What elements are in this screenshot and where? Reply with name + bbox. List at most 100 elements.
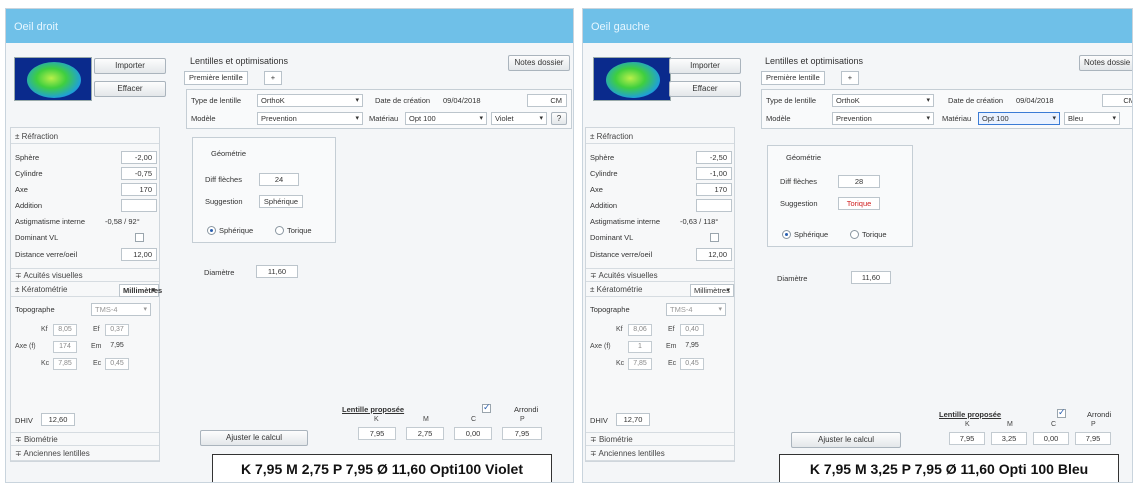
import-button[interactable]: Importer [94, 58, 166, 74]
col-p-header: P [520, 416, 525, 423]
astigmatism-value: -0,58 / 92° [105, 217, 140, 226]
chevron-down-icon: ▾ [718, 306, 722, 313]
proposed-c-field[interactable]: 0,00 [1033, 432, 1069, 445]
material-select[interactable]: Opt 100 ▾ [978, 112, 1060, 125]
acuity-section-header[interactable]: ∓ Acuités visuelles [586, 268, 734, 282]
model-select[interactable]: Prevention ▾ [832, 112, 934, 125]
axis-label: Axe [15, 185, 28, 194]
sphere-field[interactable]: -2,50 [696, 151, 732, 164]
keratometry-unit-select[interactable]: Millimètres ▾ [690, 284, 734, 297]
notes-button[interactable]: Notes dossie [1079, 55, 1132, 71]
chevron-down-icon: ▾ [926, 97, 930, 104]
diameter-field[interactable]: 11,60 [256, 265, 298, 278]
geometry-label: Géométrie [211, 149, 247, 158]
add-lens-tab-button[interactable]: + [264, 71, 282, 85]
proposed-p-field[interactable]: 7,95 [1075, 432, 1111, 445]
kc-field[interactable]: 7,85 [628, 358, 652, 370]
collapse-icon: ± [590, 132, 597, 141]
dominant-checkbox[interactable] [710, 233, 719, 242]
lens-type-select[interactable]: OrthoK ▾ [257, 94, 363, 107]
proposed-k-field[interactable]: 7,95 [358, 427, 396, 440]
diff-arrows-field[interactable]: 28 [838, 175, 880, 188]
color-select[interactable]: Violet ▾ [491, 112, 547, 125]
proposed-p-field[interactable]: 7,95 [502, 427, 542, 440]
toric-radio[interactable] [850, 230, 859, 239]
erase-button[interactable]: Effacer [94, 81, 166, 97]
ef-label: Ef [93, 326, 100, 333]
sphere-field[interactable]: -2,00 [121, 151, 157, 164]
tab-first-lens[interactable]: Première lentille [184, 71, 248, 85]
cylinder-field[interactable]: -1,00 [696, 167, 732, 180]
biometry-section-header[interactable]: ∓ Biométrie [11, 432, 159, 446]
chevron-down-icon: ▾ [143, 306, 147, 313]
diameter-field[interactable]: 11,60 [851, 271, 891, 284]
em-label: Em [666, 343, 677, 350]
old-lenses-section-header[interactable]: ∓ Anciennes lentilles [11, 447, 159, 461]
adjust-calculation-button[interactable]: Ajuster le calcul [791, 432, 901, 448]
diff-arrows-label: Diff flèches [205, 175, 242, 184]
toric-radio[interactable] [275, 226, 284, 235]
lens-type-select[interactable]: OrthoK ▾ [832, 94, 934, 107]
dhiv-field[interactable]: 12,60 [41, 413, 75, 426]
toric-radio-label: Torique [287, 226, 312, 235]
addition-field[interactable] [121, 199, 157, 212]
ef-field[interactable]: 0,40 [680, 324, 704, 336]
rounded-checkbox[interactable] [1057, 407, 1066, 418]
axis-field[interactable]: 170 [696, 183, 732, 196]
astigmatism-label: Astigmatisme interne [590, 217, 661, 226]
addition-label: Addition [15, 201, 43, 210]
refraction-section-header[interactable]: ± Réfraction [11, 130, 159, 144]
old-lenses-section-header[interactable]: ∓ Anciennes lentilles [586, 447, 734, 461]
refraction-section-header[interactable]: ± Réfraction [586, 130, 734, 144]
ef-field[interactable]: 0,37 [105, 324, 129, 336]
biometry-section-header[interactable]: ∓ Biométrie [586, 432, 734, 446]
distance-field[interactable]: 12,00 [121, 248, 157, 261]
cm-field[interactable]: CM [1102, 94, 1132, 107]
diff-arrows-field[interactable]: 24 [259, 173, 299, 186]
topographer-select[interactable]: TMS-4 ▾ [666, 303, 726, 316]
creation-date-label: Date de création [948, 96, 1004, 105]
axis-f-field[interactable]: 174 [53, 341, 77, 353]
adjust-calculation-button[interactable]: Ajuster le calcul [200, 430, 308, 446]
proposed-m-field[interactable]: 3,25 [991, 432, 1027, 445]
ec-field[interactable]: 0,45 [680, 358, 704, 370]
spherical-radio[interactable] [782, 230, 791, 239]
erase-button[interactable]: Effacer [669, 81, 741, 97]
kf-field[interactable]: 8,06 [628, 324, 652, 336]
kc-field[interactable]: 7,85 [53, 358, 77, 370]
geometry-box: Géométrie Diff flèches 24 Suggestion Sph… [192, 137, 336, 243]
addition-field[interactable] [696, 199, 732, 212]
dhiv-field[interactable]: 12,70 [616, 413, 650, 426]
tab-first-lens[interactable]: Première lentille [761, 71, 825, 85]
proposed-m-field[interactable]: 2,75 [406, 427, 444, 440]
proposed-c-field[interactable]: 0,00 [454, 427, 492, 440]
col-k-header: K [965, 421, 970, 428]
distance-field[interactable]: 12,00 [696, 248, 732, 261]
cm-field[interactable]: CM [527, 94, 567, 107]
keratometry-unit-select[interactable]: Millimètres ▾ [119, 284, 162, 297]
rounded-checkbox[interactable] [482, 402, 491, 413]
proposed-lens-label: Lentille proposée [342, 405, 405, 414]
material-select[interactable]: Opt 100 ▾ [405, 112, 487, 125]
spherical-radio-label: Sphérique [219, 226, 254, 235]
dominant-checkbox[interactable] [135, 233, 144, 242]
color-select[interactable]: Bleu ▾ [1064, 112, 1120, 125]
add-lens-tab-button[interactable]: + [841, 71, 859, 85]
kf-field[interactable]: 8,05 [53, 324, 77, 336]
import-button[interactable]: Importer [669, 58, 741, 74]
proposed-k-field[interactable]: 7,95 [949, 432, 985, 445]
topographer-select[interactable]: TMS-4 ▾ [91, 303, 151, 316]
model-select[interactable]: Prevention ▾ [257, 112, 363, 125]
spherical-radio[interactable] [207, 226, 216, 235]
col-k-header: K [374, 416, 379, 423]
help-button[interactable]: ? [551, 112, 567, 125]
suggestion-field: Torique [838, 197, 880, 210]
axis-f-field[interactable]: 1 [628, 341, 652, 353]
notes-button[interactable]: Notes dossier [508, 55, 570, 71]
col-c-header: C [471, 416, 477, 423]
axis-field[interactable]: 170 [121, 183, 157, 196]
distance-label: Distance verre/oeil [15, 250, 78, 259]
acuity-section-header[interactable]: ∓ Acuités visuelles [11, 268, 159, 282]
cylinder-field[interactable]: -0,75 [121, 167, 157, 180]
ec-field[interactable]: 0,45 [105, 358, 129, 370]
